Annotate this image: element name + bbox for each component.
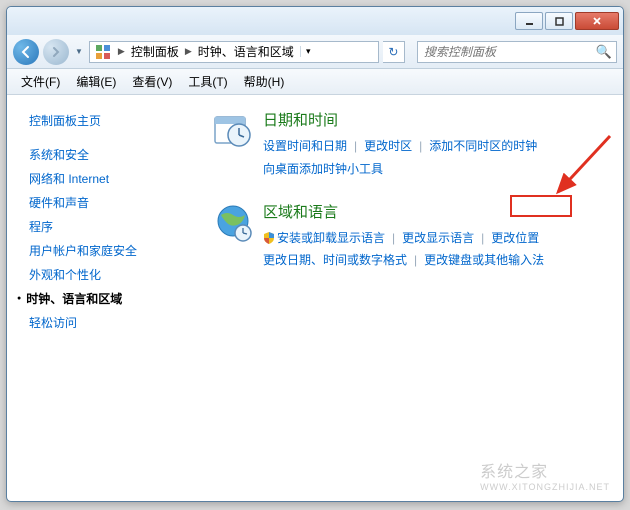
breadcrumb-dropdown[interactable]: ▾ bbox=[300, 46, 316, 57]
menu-edit[interactable]: 编辑(E) bbox=[68, 73, 124, 90]
minimize-button[interactable] bbox=[515, 12, 543, 30]
menu-file[interactable]: 文件(F) bbox=[13, 73, 68, 90]
menu-help[interactable]: 帮助(H) bbox=[236, 73, 293, 90]
sidebar-item-system[interactable]: 系统和安全 bbox=[29, 143, 199, 167]
link-install-lang[interactable]: 安装或卸载显示语言 bbox=[277, 231, 385, 245]
sidebar-item-accounts[interactable]: 用户帐户和家庭安全 bbox=[29, 239, 199, 263]
link-change-keyboard[interactable]: 更改键盘或其他输入法 bbox=[424, 253, 544, 267]
menubar: 文件(F) 编辑(E) 查看(V) 工具(T) 帮助(H) bbox=[7, 69, 623, 95]
history-dropdown[interactable]: ▼ bbox=[73, 47, 85, 56]
control-panel-window: ▼ ▶ 控制面板 ▶ 时钟、语言和区域 ▾ ↻ 🔍 文件(F) 编辑(E) 查看… bbox=[6, 6, 624, 502]
link-change-formats[interactable]: 更改日期、时间或数字格式 bbox=[263, 253, 407, 267]
main-panel: 日期和时间 设置时间和日期|更改时区|添加不同时区的时钟 向桌面添加时钟小工具 … bbox=[207, 95, 623, 501]
sidebar-item-network[interactable]: 网络和 Internet bbox=[29, 167, 199, 191]
search-input[interactable] bbox=[418, 45, 592, 59]
content-area: 控制面板主页 系统和安全 网络和 Internet 硬件和声音 程序 用户帐户和… bbox=[7, 95, 623, 501]
globe-icon bbox=[213, 203, 253, 243]
link-change-location[interactable]: 更改位置 bbox=[491, 231, 539, 245]
clock-icon bbox=[213, 111, 253, 151]
menu-view[interactable]: 查看(V) bbox=[124, 73, 180, 90]
category-datetime: 日期和时间 设置时间和日期|更改时区|添加不同时区的时钟 向桌面添加时钟小工具 bbox=[213, 109, 611, 181]
sidebar-item-clock-active[interactable]: 时钟、语言和区域 bbox=[29, 287, 199, 311]
shield-icon bbox=[263, 229, 275, 241]
category-links: 安装或卸载显示语言|更改显示语言|更改位置 更改日期、时间或数字格式|更改键盘或… bbox=[263, 227, 611, 273]
category-title[interactable]: 日期和时间 bbox=[263, 109, 611, 130]
navbar: ▼ ▶ 控制面板 ▶ 时钟、语言和区域 ▾ ↻ 🔍 bbox=[7, 35, 623, 69]
sidebar-item-appearance[interactable]: 外观和个性化 bbox=[29, 263, 199, 287]
control-panel-icon bbox=[95, 44, 111, 60]
maximize-button[interactable] bbox=[545, 12, 573, 30]
search-icon[interactable]: 🔍 bbox=[592, 44, 616, 60]
breadcrumb-separator: ▶ bbox=[114, 46, 129, 57]
back-button[interactable] bbox=[13, 39, 39, 65]
breadcrumb-item[interactable]: 控制面板 bbox=[129, 43, 181, 60]
breadcrumb[interactable]: ▶ 控制面板 ▶ 时钟、语言和区域 ▾ bbox=[89, 41, 379, 63]
sidebar-home[interactable]: 控制面板主页 bbox=[29, 109, 199, 133]
menu-tools[interactable]: 工具(T) bbox=[180, 73, 235, 90]
breadcrumb-separator: ▶ bbox=[181, 46, 196, 57]
link-desktop-gadget[interactable]: 向桌面添加时钟小工具 bbox=[263, 162, 383, 176]
refresh-button[interactable]: ↻ bbox=[383, 41, 405, 63]
close-button[interactable] bbox=[575, 12, 619, 30]
link-set-datetime[interactable]: 设置时间和日期 bbox=[263, 139, 347, 153]
link-add-clocks[interactable]: 添加不同时区的时钟 bbox=[429, 139, 537, 153]
forward-button[interactable] bbox=[43, 39, 69, 65]
category-region: 区域和语言 安装或卸载显示语言|更改显示语言|更改位置 更改日期、时间或数字格式… bbox=[213, 201, 611, 273]
sidebar-item-hardware[interactable]: 硬件和声音 bbox=[29, 191, 199, 215]
category-title[interactable]: 区域和语言 bbox=[263, 201, 611, 222]
link-change-display-lang[interactable]: 更改显示语言 bbox=[402, 231, 474, 245]
sidebar: 控制面板主页 系统和安全 网络和 Internet 硬件和声音 程序 用户帐户和… bbox=[7, 95, 207, 501]
category-links: 设置时间和日期|更改时区|添加不同时区的时钟 向桌面添加时钟小工具 bbox=[263, 135, 611, 181]
link-change-timezone[interactable]: 更改时区 bbox=[364, 139, 412, 153]
breadcrumb-item[interactable]: 时钟、语言和区域 bbox=[196, 43, 296, 60]
search-box[interactable]: 🔍 bbox=[417, 41, 617, 63]
sidebar-item-programs[interactable]: 程序 bbox=[29, 215, 199, 239]
titlebar bbox=[7, 7, 623, 35]
sidebar-item-ease[interactable]: 轻松访问 bbox=[29, 311, 199, 335]
